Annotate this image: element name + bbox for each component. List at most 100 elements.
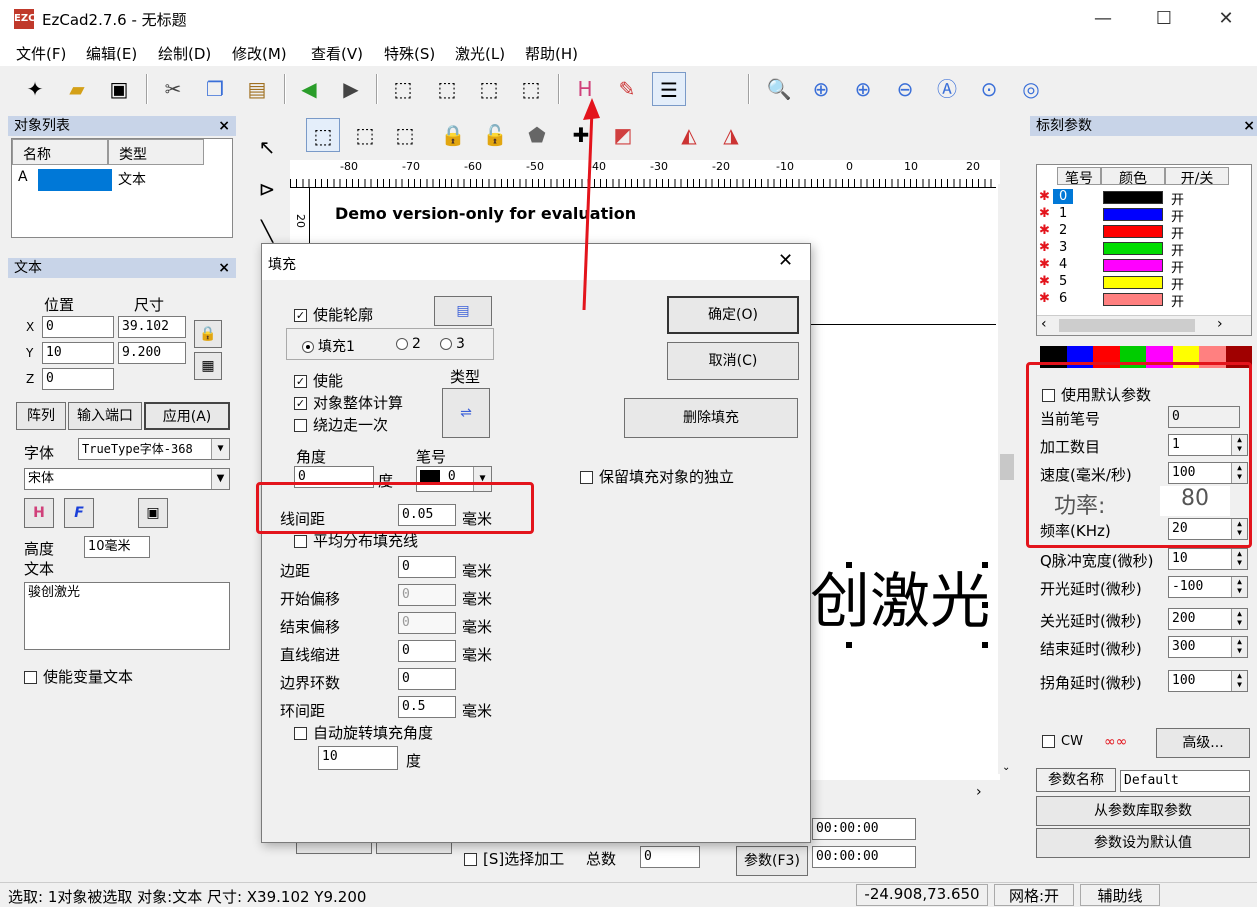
pos-x-field[interactable]: 0 — [42, 316, 114, 338]
auto-rotate-field[interactable]: 10 — [318, 746, 398, 770]
pos-z-field[interactable]: 0 — [42, 368, 114, 390]
mirror-v-icon[interactable]: ◮ — [714, 118, 748, 152]
line-reduction-field[interactable]: 0 — [398, 640, 456, 662]
color-icon[interactable]: ◩ — [606, 118, 640, 152]
pen-list-hscroll[interactable]: ‹ › — [1037, 315, 1251, 335]
loop-distance-field[interactable]: 0.5 — [398, 696, 456, 718]
menu-laser[interactable]: 激光(L) — [455, 43, 505, 64]
outline-pen-icon[interactable]: ▤ — [434, 296, 492, 326]
menu-modify[interactable]: 修改(M) — [232, 43, 287, 64]
text-content-field[interactable]: 骏创激光 — [24, 582, 230, 650]
pen-row[interactable]: ✱ 5 开 — [1037, 274, 1227, 293]
corner-delay-field[interactable]: 100 ▲ ▼ — [1168, 670, 1248, 692]
load-from-library-button[interactable]: 从参数库取参数 — [1036, 796, 1250, 826]
pointer-icon[interactable]: ↖ — [250, 130, 284, 164]
pen-row[interactable]: ✱ 3 开 — [1037, 240, 1227, 259]
input-port-button[interactable]: 输入端口 — [68, 402, 142, 430]
menu-special[interactable]: 特殊(S) — [384, 43, 435, 64]
menu-draw[interactable]: 绘制(D) — [158, 43, 211, 64]
whole-calc-checkbox[interactable]: ✓ 对象整体计算 — [294, 392, 403, 413]
end-offset-field[interactable]: 0 — [398, 612, 456, 634]
close-button[interactable]: ✕ — [1203, 4, 1249, 34]
zoom-all-icon[interactable]: Ⓐ — [930, 72, 964, 106]
param-button[interactable]: 参数(F3) — [736, 846, 808, 876]
grid-x-icon[interactable]: ⬚ — [388, 118, 422, 152]
pen-row[interactable]: ✱ 1 开 — [1037, 206, 1227, 225]
freq-field[interactable]: 20 ▲ ▼ — [1168, 518, 1248, 540]
start-offset-field[interactable]: 0 — [398, 584, 456, 606]
off-delay-field[interactable]: 200 ▲ ▼ — [1168, 608, 1248, 630]
use-default-checkbox[interactable]: 使用默认参数 — [1042, 384, 1151, 405]
end-delay-field[interactable]: 300 ▲ ▼ — [1168, 636, 1248, 658]
enable-outline-checkbox[interactable]: ✓ 使能轮廓 — [294, 304, 373, 325]
new-icon[interactable]: ✦ — [18, 72, 52, 106]
grid-select-icon[interactable]: ⬚ — [306, 118, 340, 152]
border-once-checkbox[interactable]: 绕边走一次 — [294, 414, 388, 435]
tools-icon[interactable]: ✎ — [610, 72, 644, 106]
back-icon[interactable]: ◀ — [292, 72, 326, 106]
zoom-fit-icon[interactable]: ⊙ — [972, 72, 1006, 106]
pen-row[interactable]: ✱ 4 开 — [1037, 257, 1227, 276]
on-delay-field[interactable]: -100 ▲ ▼ — [1168, 576, 1248, 598]
chevron-down-icon[interactable]: ▼ — [211, 439, 229, 459]
delete-hatch-button[interactable]: 删除填充 — [624, 398, 798, 438]
chevron-right-icon[interactable]: › — [976, 784, 982, 800]
enable-checkbox[interactable]: ✓ 使能 — [294, 370, 343, 391]
font-style-icon[interactable]: F — [64, 498, 94, 528]
close-icon[interactable]: × — [218, 116, 230, 136]
height-field[interactable]: 10毫米 — [84, 536, 150, 558]
keep-separate-checkbox[interactable]: 保留填充对象的独立 — [580, 466, 734, 487]
lock-icon[interactable]: 🔒 — [436, 118, 470, 152]
param-name-field[interactable]: Default — [1120, 770, 1250, 792]
select-process-checkbox[interactable]: [S]选择加工 — [464, 848, 564, 869]
ok-button[interactable]: 确定(O) — [667, 296, 799, 334]
object-row-highlight[interactable] — [38, 169, 112, 191]
maximize-button[interactable]: ☐ — [1141, 4, 1187, 34]
paste-icon[interactable]: ▤ — [240, 72, 274, 106]
spinner-icon[interactable]: ▲ ▼ — [1231, 435, 1247, 455]
lock-all-icon[interactable]: ⬟ — [520, 118, 554, 152]
copy-icon[interactable]: ❐ — [198, 72, 232, 106]
q-pulse-field[interactable]: 10 ▲ ▼ — [1168, 548, 1248, 570]
canvas-vscroll[interactable]: ⌄ — [998, 184, 1016, 774]
font-type-select[interactable]: TrueType字体-368 ▼ — [78, 438, 230, 460]
unlock-icon[interactable]: 🔓 — [478, 118, 512, 152]
fill2-radio[interactable]: 2 — [396, 336, 421, 352]
spinner-icon[interactable]: ▲ ▼ — [1231, 671, 1247, 691]
size-w-field[interactable]: 39.102 — [118, 316, 186, 338]
array-button[interactable]: 阵列 — [16, 402, 66, 430]
minimize-button[interactable]: — — [1080, 4, 1126, 34]
even-dist-checkbox[interactable]: 平均分布填充线 — [294, 530, 418, 551]
save-font-icon[interactable]: ▣ — [138, 498, 168, 528]
power-field[interactable]: 80 — [1160, 486, 1230, 516]
pen-row[interactable]: ✱ 0 开 — [1037, 189, 1227, 208]
chevron-down-icon[interactable]: ▼ — [211, 469, 229, 489]
menu-view[interactable]: 查看(V) — [311, 43, 363, 64]
anchor-grid-icon[interactable]: ▦ — [194, 352, 222, 380]
close-icon[interactable]: × — [1243, 116, 1255, 136]
zoom-select-icon[interactable]: ◎ — [1014, 72, 1048, 106]
list-icon[interactable]: ☰ — [652, 72, 686, 106]
open-icon[interactable]: ▰ — [60, 72, 94, 106]
select-node-icon[interactable]: ⬚ — [386, 72, 420, 106]
border-loops-field[interactable]: 0 — [398, 668, 456, 690]
save-icon[interactable]: ▣ — [102, 72, 136, 106]
font-name-select[interactable]: 宋体 ▼ — [24, 468, 230, 490]
dialog-close-button[interactable]: ✕ — [778, 250, 793, 271]
hatch-type-icon[interactable]: ⇌ — [442, 388, 490, 438]
chevron-down-icon[interactable]: ⌄ — [1002, 762, 1010, 773]
size-h-field[interactable]: 9.200 — [118, 342, 186, 364]
pos-y-field[interactable]: 10 — [42, 342, 114, 364]
lock-icon[interactable]: 🔒 — [194, 320, 222, 348]
variable-text-checkbox[interactable]: 使能变量文本 — [24, 666, 133, 687]
menu-help[interactable]: 帮助(H) — [525, 43, 578, 64]
spinner-icon[interactable]: ▲ ▼ — [1231, 637, 1247, 657]
spinner-icon[interactable]: ▲ ▼ — [1231, 463, 1247, 483]
margin-field[interactable]: 0 — [398, 556, 456, 578]
mirror-h-icon[interactable]: ◭ — [672, 118, 706, 152]
apply-button[interactable]: 应用(A) — [144, 402, 230, 430]
zoom-in-icon[interactable]: ⊕ — [804, 72, 838, 106]
select-shape-icon[interactable]: ⬚ — [430, 72, 464, 106]
close-icon[interactable]: × — [218, 258, 230, 278]
node-pointer-icon[interactable]: ⊳ — [250, 172, 284, 206]
